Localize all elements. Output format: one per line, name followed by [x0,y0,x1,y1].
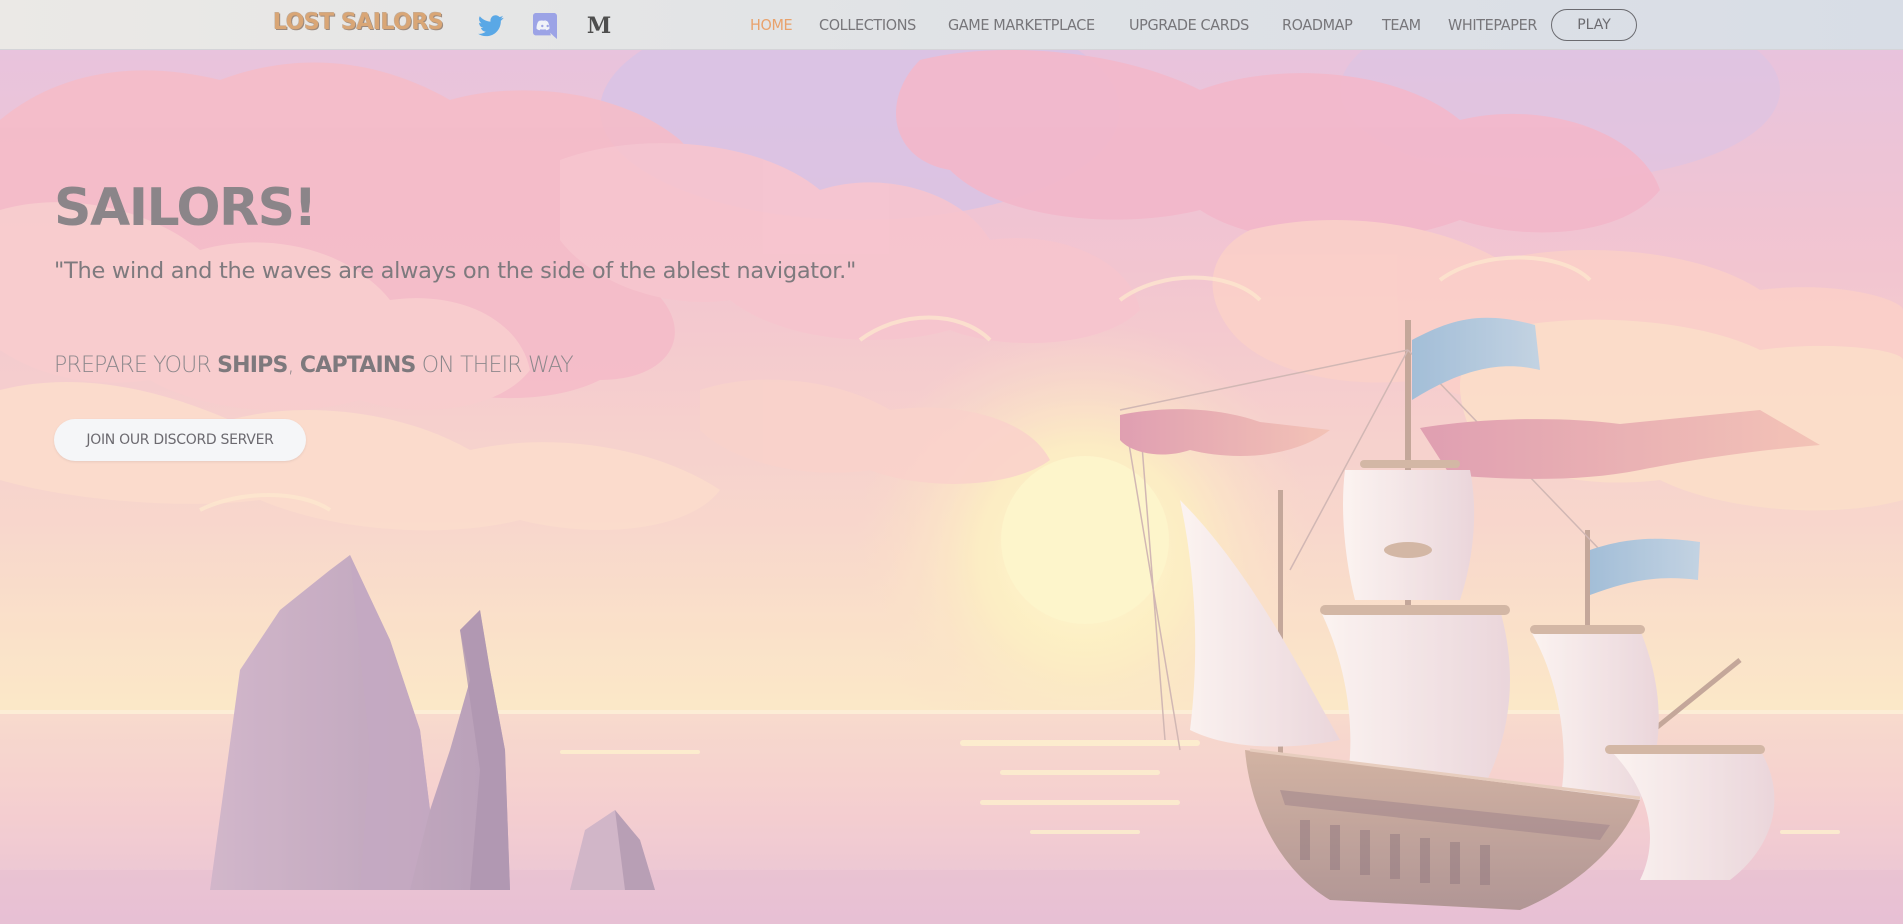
top-navigation-bar: LOST SAILORS M HOME COLLECTIONS GAME MAR… [0,0,1903,50]
nav-upgrade-cards[interactable]: UPGRADE CARDS [1129,16,1249,34]
hero-subtitle-ships: SHIPS [217,353,288,378]
nav-home[interactable]: HOME [750,16,793,34]
twitter-link[interactable] [477,12,505,40]
hero-quote: "The wind and the waves are always on th… [54,258,857,284]
hero-subtitle-suffix: ON THEIR WAY [415,353,574,378]
nav-whitepaper[interactable]: WHITEPAPER [1448,16,1537,34]
nav-game-marketplace[interactable]: GAME MARKETPLACE [948,16,1095,34]
hero-subtitle-comma: , [287,353,300,378]
nav-team[interactable]: TEAM [1382,16,1421,34]
medium-link[interactable]: M [585,12,613,40]
medium-icon: M [586,13,612,39]
main-navigation: HOME COLLECTIONS GAME MARKETPLACE UPGRAD… [750,0,1567,50]
play-button[interactable]: PLAY [1551,9,1637,41]
hero-section: SAILORS! "The wind and the waves are alw… [0,50,1903,924]
hero-title: SAILORS! [54,178,317,238]
hero-subtitle-prefix: PREPARE YOUR [54,353,218,378]
discord-link[interactable] [531,12,559,40]
join-discord-button[interactable]: JOIN OUR DISCORD SERVER [54,419,306,461]
nav-collections[interactable]: COLLECTIONS [819,16,916,34]
discord-icon [533,13,557,39]
hero-subtitle: PREPARE YOUR SHIPS, CAPTAINS ON THEIR WA… [54,353,574,378]
site-logo[interactable]: LOST SAILORS [273,10,444,35]
nav-roadmap[interactable]: ROADMAP [1282,16,1353,34]
hero-subtitle-captains: CAPTAINS [299,353,416,378]
twitter-icon [478,15,504,37]
